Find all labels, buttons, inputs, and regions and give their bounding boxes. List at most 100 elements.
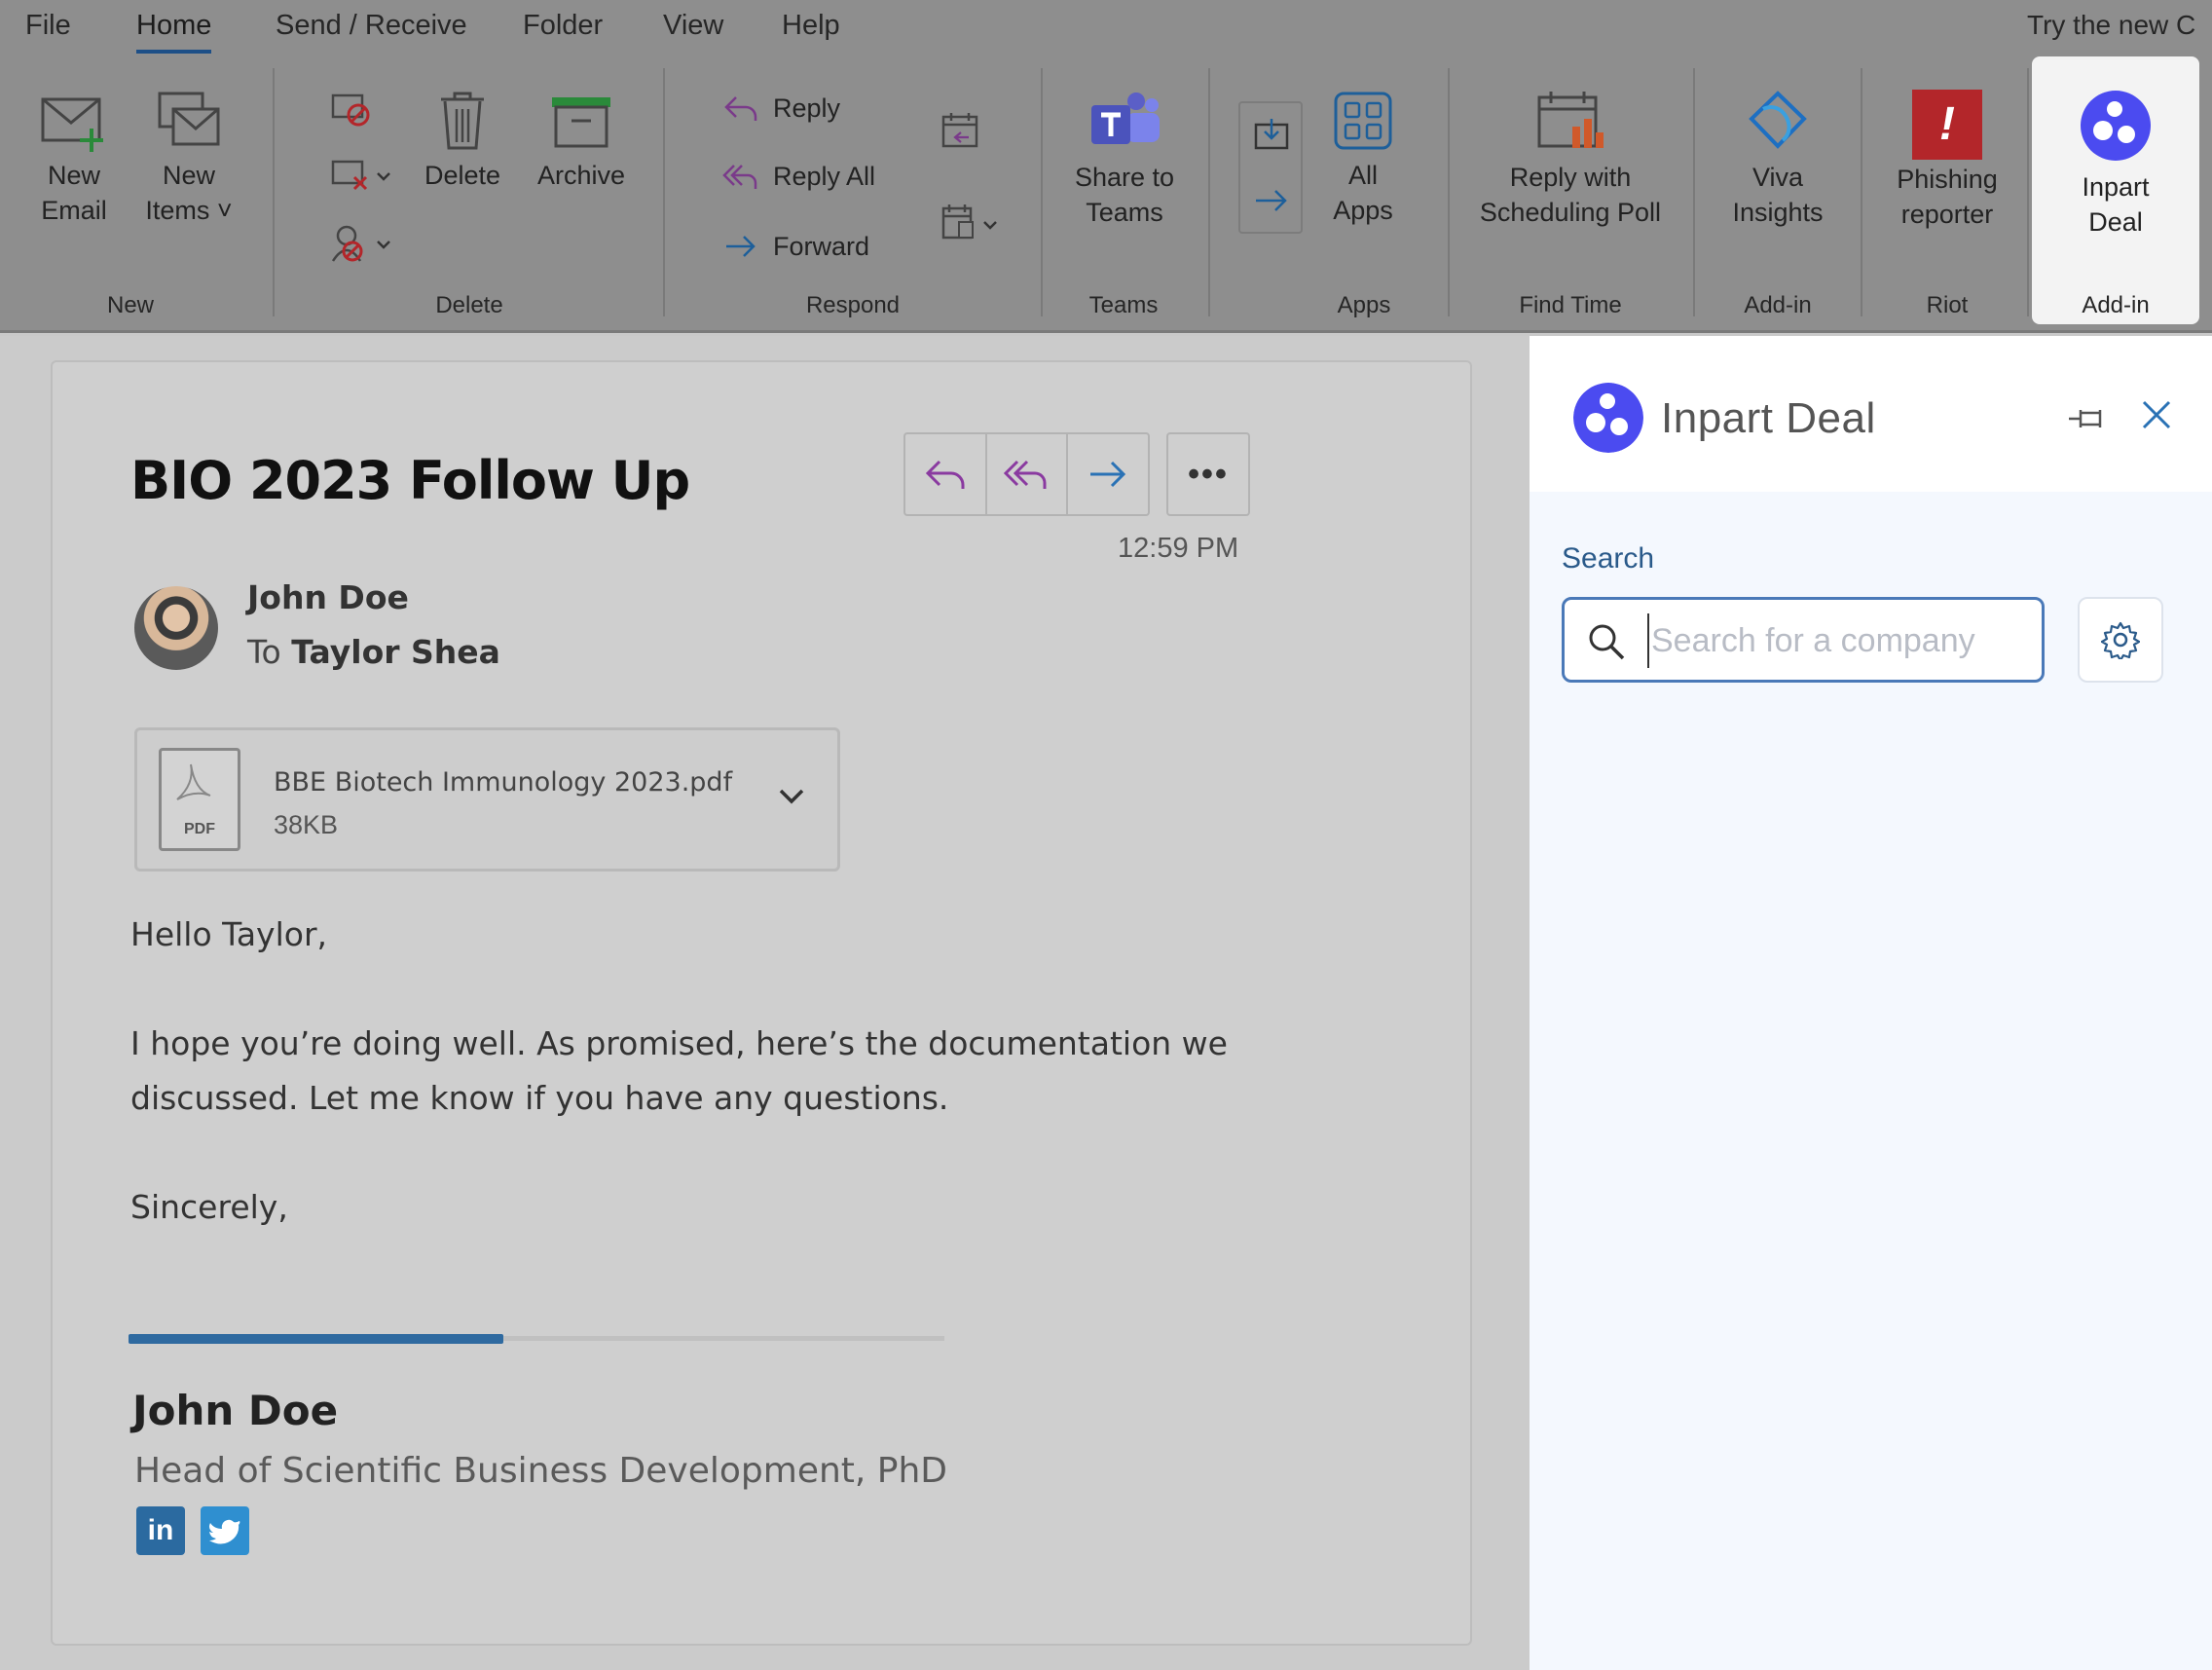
received-time: 12:59 PM <box>1118 533 1239 564</box>
tab-folder[interactable]: Folder <box>523 10 603 42</box>
reply-all-button[interactable]: Reply All <box>722 160 875 193</box>
gear-icon <box>2101 621 2140 659</box>
company-search-input[interactable] <box>1647 613 2027 668</box>
reply-with-scheduling-poll-label: Reply with Scheduling Poll <box>1479 163 1662 227</box>
reply-all-action-button[interactable] <box>987 434 1069 514</box>
email-greeting: Hello Taylor, <box>130 915 327 953</box>
inpart-deal-label-wrap: Inpart Deal <box>2032 169 2199 240</box>
linkedin-icon[interactable]: in <box>136 1506 185 1555</box>
inpart-logo-icon <box>2081 91 2151 161</box>
meeting-reply-icon[interactable] <box>940 111 980 152</box>
reply-all-icon <box>722 165 757 189</box>
linkedin-text: in <box>147 1514 174 1546</box>
ignore-icon[interactable] <box>329 90 372 129</box>
group-label-delete: Delete <box>435 292 503 318</box>
settings-button[interactable] <box>2078 597 2163 683</box>
tab-send-receive[interactable]: Send / Receive <box>276 10 467 42</box>
apps-grid-icon <box>1334 92 1392 150</box>
delete-button[interactable]: Delete <box>419 90 506 193</box>
reply-action-button[interactable] <box>905 434 987 514</box>
chevron-down-icon[interactable] <box>775 785 808 808</box>
ribbon-separator <box>1448 68 1450 316</box>
ribbon-separator <box>1208 68 1210 316</box>
archive-button[interactable]: Archive <box>531 90 632 193</box>
tab-view[interactable]: View <box>663 10 723 42</box>
acrobat-glyph-icon <box>176 763 211 800</box>
twitter-bird-icon <box>209 1519 240 1544</box>
group-label-addin-1: Add-in <box>1744 292 1812 318</box>
email-body-line-1: I hope you’re doing well. As promised, h… <box>130 1024 1228 1062</box>
company-search-field[interactable] <box>1562 597 2045 683</box>
forward-arrow-icon <box>1090 461 1126 488</box>
tab-home[interactable]: Home <box>136 10 212 54</box>
forward-button[interactable]: Forward <box>722 230 869 263</box>
clean-up-icon[interactable] <box>329 156 397 195</box>
group-label-riot: Riot <box>1926 292 1969 318</box>
new-email-label: New Email <box>41 161 107 225</box>
ribbon-separator <box>1693 68 1695 316</box>
ribbon-separator <box>2027 68 2029 316</box>
group-label-respond: Respond <box>805 292 901 318</box>
share-to-teams-button[interactable]: Share to Teams <box>1069 90 1180 230</box>
signature-accent-bar <box>129 1334 503 1344</box>
reply-all-icon <box>1003 460 1046 489</box>
phishing-reporter-button[interactable]: ! Phishing reporter <box>1887 90 2008 232</box>
inpart-deal-button[interactable]: Inpart Deal Add-in <box>2032 56 2199 324</box>
forward-label: Forward <box>773 231 870 261</box>
new-email-icon <box>41 97 103 152</box>
pdf-icon-text: PDF <box>184 821 215 837</box>
sender-name[interactable]: John Doe <box>247 578 409 616</box>
email-actions <box>903 432 1150 516</box>
reply-icon <box>925 460 965 489</box>
viva-insights-button[interactable]: Viva Insights <box>1721 90 1834 230</box>
more-respond-icon[interactable] <box>940 203 1008 245</box>
share-to-teams-label: Share to Teams <box>1074 163 1175 227</box>
inpart-deal-label: Inpart Deal <box>2082 172 2150 237</box>
email-subject: BIO 2023 Follow Up <box>130 450 690 511</box>
new-items-icon <box>158 92 220 146</box>
ribbon-separator <box>663 68 665 316</box>
new-email-button[interactable]: New Email <box>27 90 121 228</box>
archive-label: Archive <box>536 161 626 190</box>
pdf-file-icon: PDF <box>159 748 240 851</box>
sender-avatar[interactable] <box>134 586 218 670</box>
more-actions-button[interactable]: ••• <box>1166 432 1250 516</box>
trash-icon <box>441 92 484 150</box>
forward-action-button[interactable] <box>1068 434 1148 514</box>
reading-pane: BIO 2023 Follow Up ••• 12:59 PM John Doe… <box>0 336 1530 1670</box>
search-label: Search <box>1562 542 1655 575</box>
save-to-icon[interactable] <box>1252 117 1291 152</box>
signature-title: Head of Scientific Business Development,… <box>134 1451 948 1491</box>
tab-help[interactable]: Help <box>782 10 840 42</box>
inpart-deal-pane: Inpart Deal Search <box>1530 336 2212 1670</box>
delete-label: Delete <box>424 161 501 190</box>
viva-insights-label: Viva Insights <box>1732 163 1824 227</box>
close-icon[interactable] <box>2138 396 2175 433</box>
search-icon <box>1589 624 1625 660</box>
attachment-size: 38KB <box>274 810 339 839</box>
reply-with-scheduling-poll-button[interactable]: Reply with Scheduling Poll <box>1468 90 1673 230</box>
new-items-label: New Items ˅ <box>145 161 233 225</box>
recipient-name[interactable]: Taylor Shea <box>291 633 500 671</box>
signature-name: John Doe <box>132 1387 339 1434</box>
reply-label: Reply <box>773 93 841 123</box>
reply-button[interactable]: Reply <box>722 92 840 125</box>
attachment-name: BBE Biotech Immunology 2023.pdf <box>274 767 733 798</box>
phishing-alert-icon: ! <box>1912 90 1982 160</box>
recipient-line: To Taylor Shea <box>247 633 500 671</box>
new-items-button[interactable]: New Items ˅ <box>140 90 238 228</box>
junk-icon[interactable] <box>329 222 397 265</box>
reply-all-label: Reply All <box>773 161 876 191</box>
try-new-outlook-toggle[interactable]: Try the new C <box>2027 10 2212 41</box>
tab-file[interactable]: File <box>25 10 71 42</box>
attachment-card[interactable]: PDF BBE Biotech Immunology 2023.pdf 38KB <box>134 727 840 872</box>
all-apps-button[interactable]: All Apps <box>1322 90 1404 228</box>
apps-quick-buttons <box>1238 101 1303 234</box>
group-label-find-time: Find Time <box>1519 292 1622 318</box>
twitter-icon[interactable] <box>201 1506 249 1555</box>
send-arrow-icon[interactable] <box>1252 183 1291 218</box>
email-body-line-2: discussed. Let me know if you have any q… <box>130 1079 949 1117</box>
addin-header: Inpart Deal <box>1530 336 2212 492</box>
all-apps-label: All Apps <box>1333 161 1393 225</box>
pin-icon[interactable] <box>2067 404 2110 433</box>
